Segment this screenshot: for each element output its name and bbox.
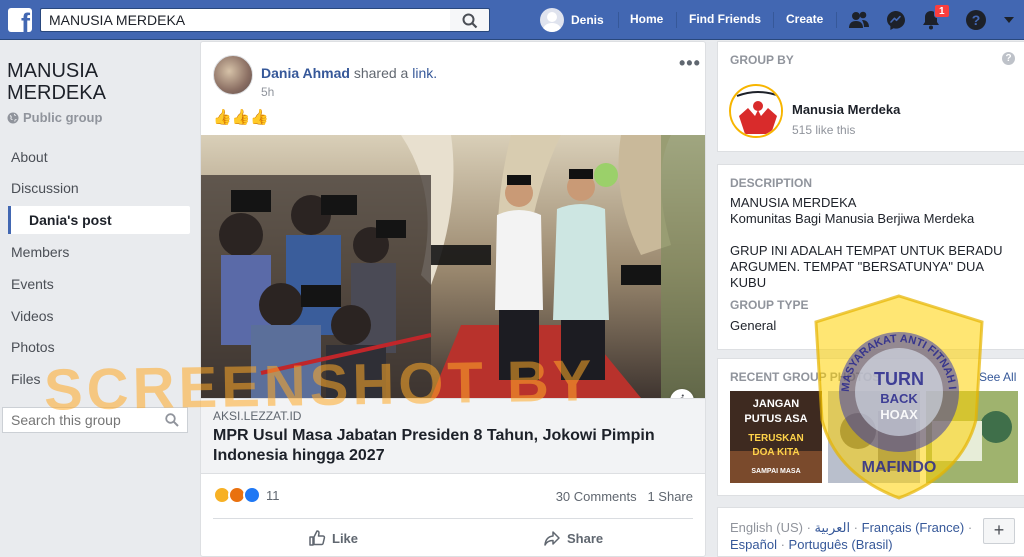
sidebar-item-discussion[interactable]: Discussion <box>0 174 190 202</box>
group-privacy-label: Public group <box>7 110 102 125</box>
nav-divider <box>676 12 677 28</box>
profile-link[interactable]: Denis <box>540 8 604 32</box>
share-button[interactable]: Share <box>543 529 603 547</box>
post-timestamp[interactable]: 5h <box>261 85 274 99</box>
nav-home-link[interactable]: Home <box>630 12 663 26</box>
search-icon <box>462 13 478 29</box>
description-line: MANUSIA MERDEKA <box>730 195 857 210</box>
page-logo-graphic <box>733 88 781 136</box>
nav-find-friends-link[interactable]: Find Friends <box>689 12 761 26</box>
post-action-text: shared a <box>353 65 409 81</box>
language-current: English (US) <box>730 520 803 535</box>
description-line: Komunitas Bagi Manusia Berjiwa Merdeka <box>730 211 975 226</box>
link-title[interactable]: MPR Usul Masa Jabatan Presiden 8 Tahun, … <box>213 426 683 466</box>
language-link-french[interactable]: Français (France) <box>862 520 965 535</box>
photo-text-line: SAMPAI MASA <box>751 468 800 475</box>
help-icon[interactable]: ? <box>965 9 987 31</box>
nav-divider <box>618 12 619 28</box>
svg-text:?: ? <box>972 12 981 28</box>
page-logo-image[interactable] <box>729 84 783 138</box>
globe-icon <box>7 112 19 123</box>
post-link-word[interactable]: link. <box>412 65 437 81</box>
description-title: DESCRIPTION <box>730 176 813 190</box>
post-action-bar: Like Share <box>213 518 693 557</box>
group-by-card: GROUP BY ? Manusia Merdeka 515 like this <box>717 41 1024 152</box>
top-navigation-bar: f Denis Home Find Friends Create 1 ? <box>0 0 1024 40</box>
post-header: Dania Ahmad shared a link. <box>261 65 437 81</box>
screenshot-watermark: SCREENSHOT BY <box>43 348 597 423</box>
facebook-logo-icon[interactable]: f <box>8 8 32 32</box>
badge-line: HOAX <box>880 407 918 422</box>
language-link-arabic[interactable]: العربية <box>815 520 851 535</box>
mafindo-watermark-badge: MASYARAKAT ANTI FITNAH INDONESIA TURN BA… <box>812 292 984 500</box>
privacy-text: Public group <box>23 110 103 125</box>
profile-name: Denis <box>571 13 604 27</box>
like-label: Like <box>332 530 359 546</box>
feed-post: Dania Ahmad shared a link. 5h ••• 👍👍👍 AK… <box>200 41 706 557</box>
comments-count-link[interactable]: 30 Comments <box>556 489 637 504</box>
shares-count-link[interactable]: 1 Share <box>647 489 693 504</box>
page-likes-count: 515 like this <box>792 123 856 137</box>
group-by-title: GROUP BY <box>730 53 794 67</box>
page-name-link[interactable]: Manusia Merdeka <box>792 102 900 117</box>
share-arrow-icon <box>544 531 560 546</box>
sidebar-item-about[interactable]: About <box>0 143 190 171</box>
add-language-button[interactable]: + <box>983 518 1015 544</box>
help-icon[interactable]: ? <box>1002 52 1015 65</box>
notification-count-badge: 1 <box>934 4 950 18</box>
like-button[interactable]: Like <box>308 529 358 547</box>
reaction-summary[interactable]: 11 <box>213 486 280 504</box>
post-options-more-icon[interactable]: ••• <box>679 53 701 74</box>
author-avatar[interactable] <box>213 55 253 95</box>
search-button[interactable] <box>450 8 490 32</box>
badge-line: TURN <box>874 369 924 389</box>
nav-divider <box>773 12 774 28</box>
like-reaction-icon <box>243 486 261 504</box>
group-type-title: GROUP TYPE <box>730 298 809 312</box>
badge-line: BACK <box>880 391 918 406</box>
description-line: GRUP INI ADALAH TEMPAT UNTUK BERADU ARGU… <box>730 243 1003 290</box>
search-input[interactable] <box>40 8 450 32</box>
group-name-title[interactable]: MANUSIA MERDEKA <box>7 60 187 104</box>
photo-text-line: JANGAN <box>753 398 800 410</box>
language-list: English (US) · العربية · Français (Franc… <box>730 520 973 552</box>
sidebar-item-videos[interactable]: Videos <box>0 302 190 330</box>
sidebar-item-members[interactable]: Members <box>0 238 190 266</box>
thumbs-up-icon <box>309 530 326 546</box>
chevron-down-icon[interactable] <box>1002 13 1016 27</box>
photo-text-line: DOA KITA <box>752 447 799 458</box>
language-card: English (US) · العربية · Français (Franc… <box>717 507 1024 557</box>
language-link-portuguese[interactable]: Português (Brasil) <box>789 537 893 552</box>
quote-image: JANGAN PUTUS ASA TERUSKAN DOA KITA SAMPA… <box>730 391 822 483</box>
engagement-counts: 30 Comments 1 Share <box>556 489 693 504</box>
post-text: 👍👍👍 <box>213 109 270 126</box>
sidebar-item-danias-post[interactable]: Dania's post <box>8 206 190 234</box>
nav-divider <box>836 12 837 28</box>
photo-text-line: PUTUS ASA <box>744 413 807 425</box>
reaction-count: 11 <box>266 487 280 503</box>
messenger-icon[interactable] <box>885 9 907 31</box>
language-link-spanish[interactable]: Español <box>730 537 777 552</box>
friend-requests-icon[interactable] <box>848 9 870 31</box>
post-author-link[interactable]: Dania Ahmad <box>261 65 350 81</box>
badge-bottom-text: MAFINDO <box>862 459 937 476</box>
nav-create-link[interactable]: Create <box>786 12 823 26</box>
group-photo-thumb[interactable]: JANGAN PUTUS ASA TERUSKAN DOA KITA SAMPA… <box>730 391 822 483</box>
share-label: Share <box>567 530 604 546</box>
sidebar-item-events[interactable]: Events <box>0 270 190 298</box>
avatar <box>540 8 564 32</box>
photo-text-line: TERUSKAN <box>748 433 804 444</box>
